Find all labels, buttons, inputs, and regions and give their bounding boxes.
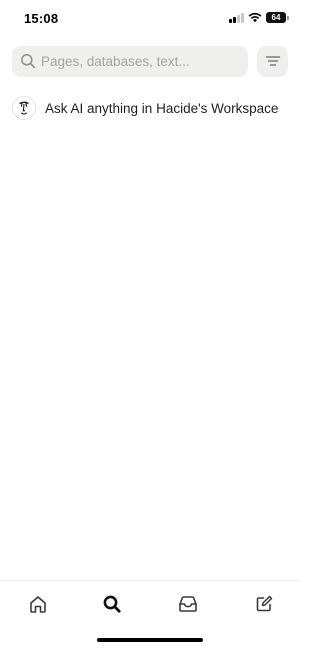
bottom-tab-bar [0,580,300,650]
cellular-signal-icon [229,13,244,23]
battery-icon: 64 [266,12,289,23]
home-indicator[interactable] [97,638,203,642]
wifi-icon [248,12,262,23]
filter-button[interactable] [257,45,288,77]
tab-search[interactable] [98,592,126,616]
tab-inbox[interactable] [174,592,202,616]
status-bar: 15:08 64 [0,0,300,36]
inbox-icon [179,596,197,612]
tab-home[interactable] [24,592,52,616]
compose-icon [256,595,273,612]
search-row [12,45,288,77]
status-indicators: 64 [229,12,289,23]
status-time: 15:08 [24,11,59,26]
search-field[interactable] [12,45,248,77]
notion-ai-face-icon [12,96,36,120]
search-icon [103,595,121,613]
ask-ai-item[interactable]: Ask AI anything in Hacide's Workspace [12,94,288,122]
ask-ai-label: Ask AI anything in Hacide's Workspace [45,100,279,116]
search-input[interactable] [41,53,240,69]
search-icon [21,54,36,69]
filter-icon [265,56,280,66]
home-icon [30,596,46,613]
battery-level: 64 [271,12,281,22]
tab-new-page[interactable] [250,592,278,616]
